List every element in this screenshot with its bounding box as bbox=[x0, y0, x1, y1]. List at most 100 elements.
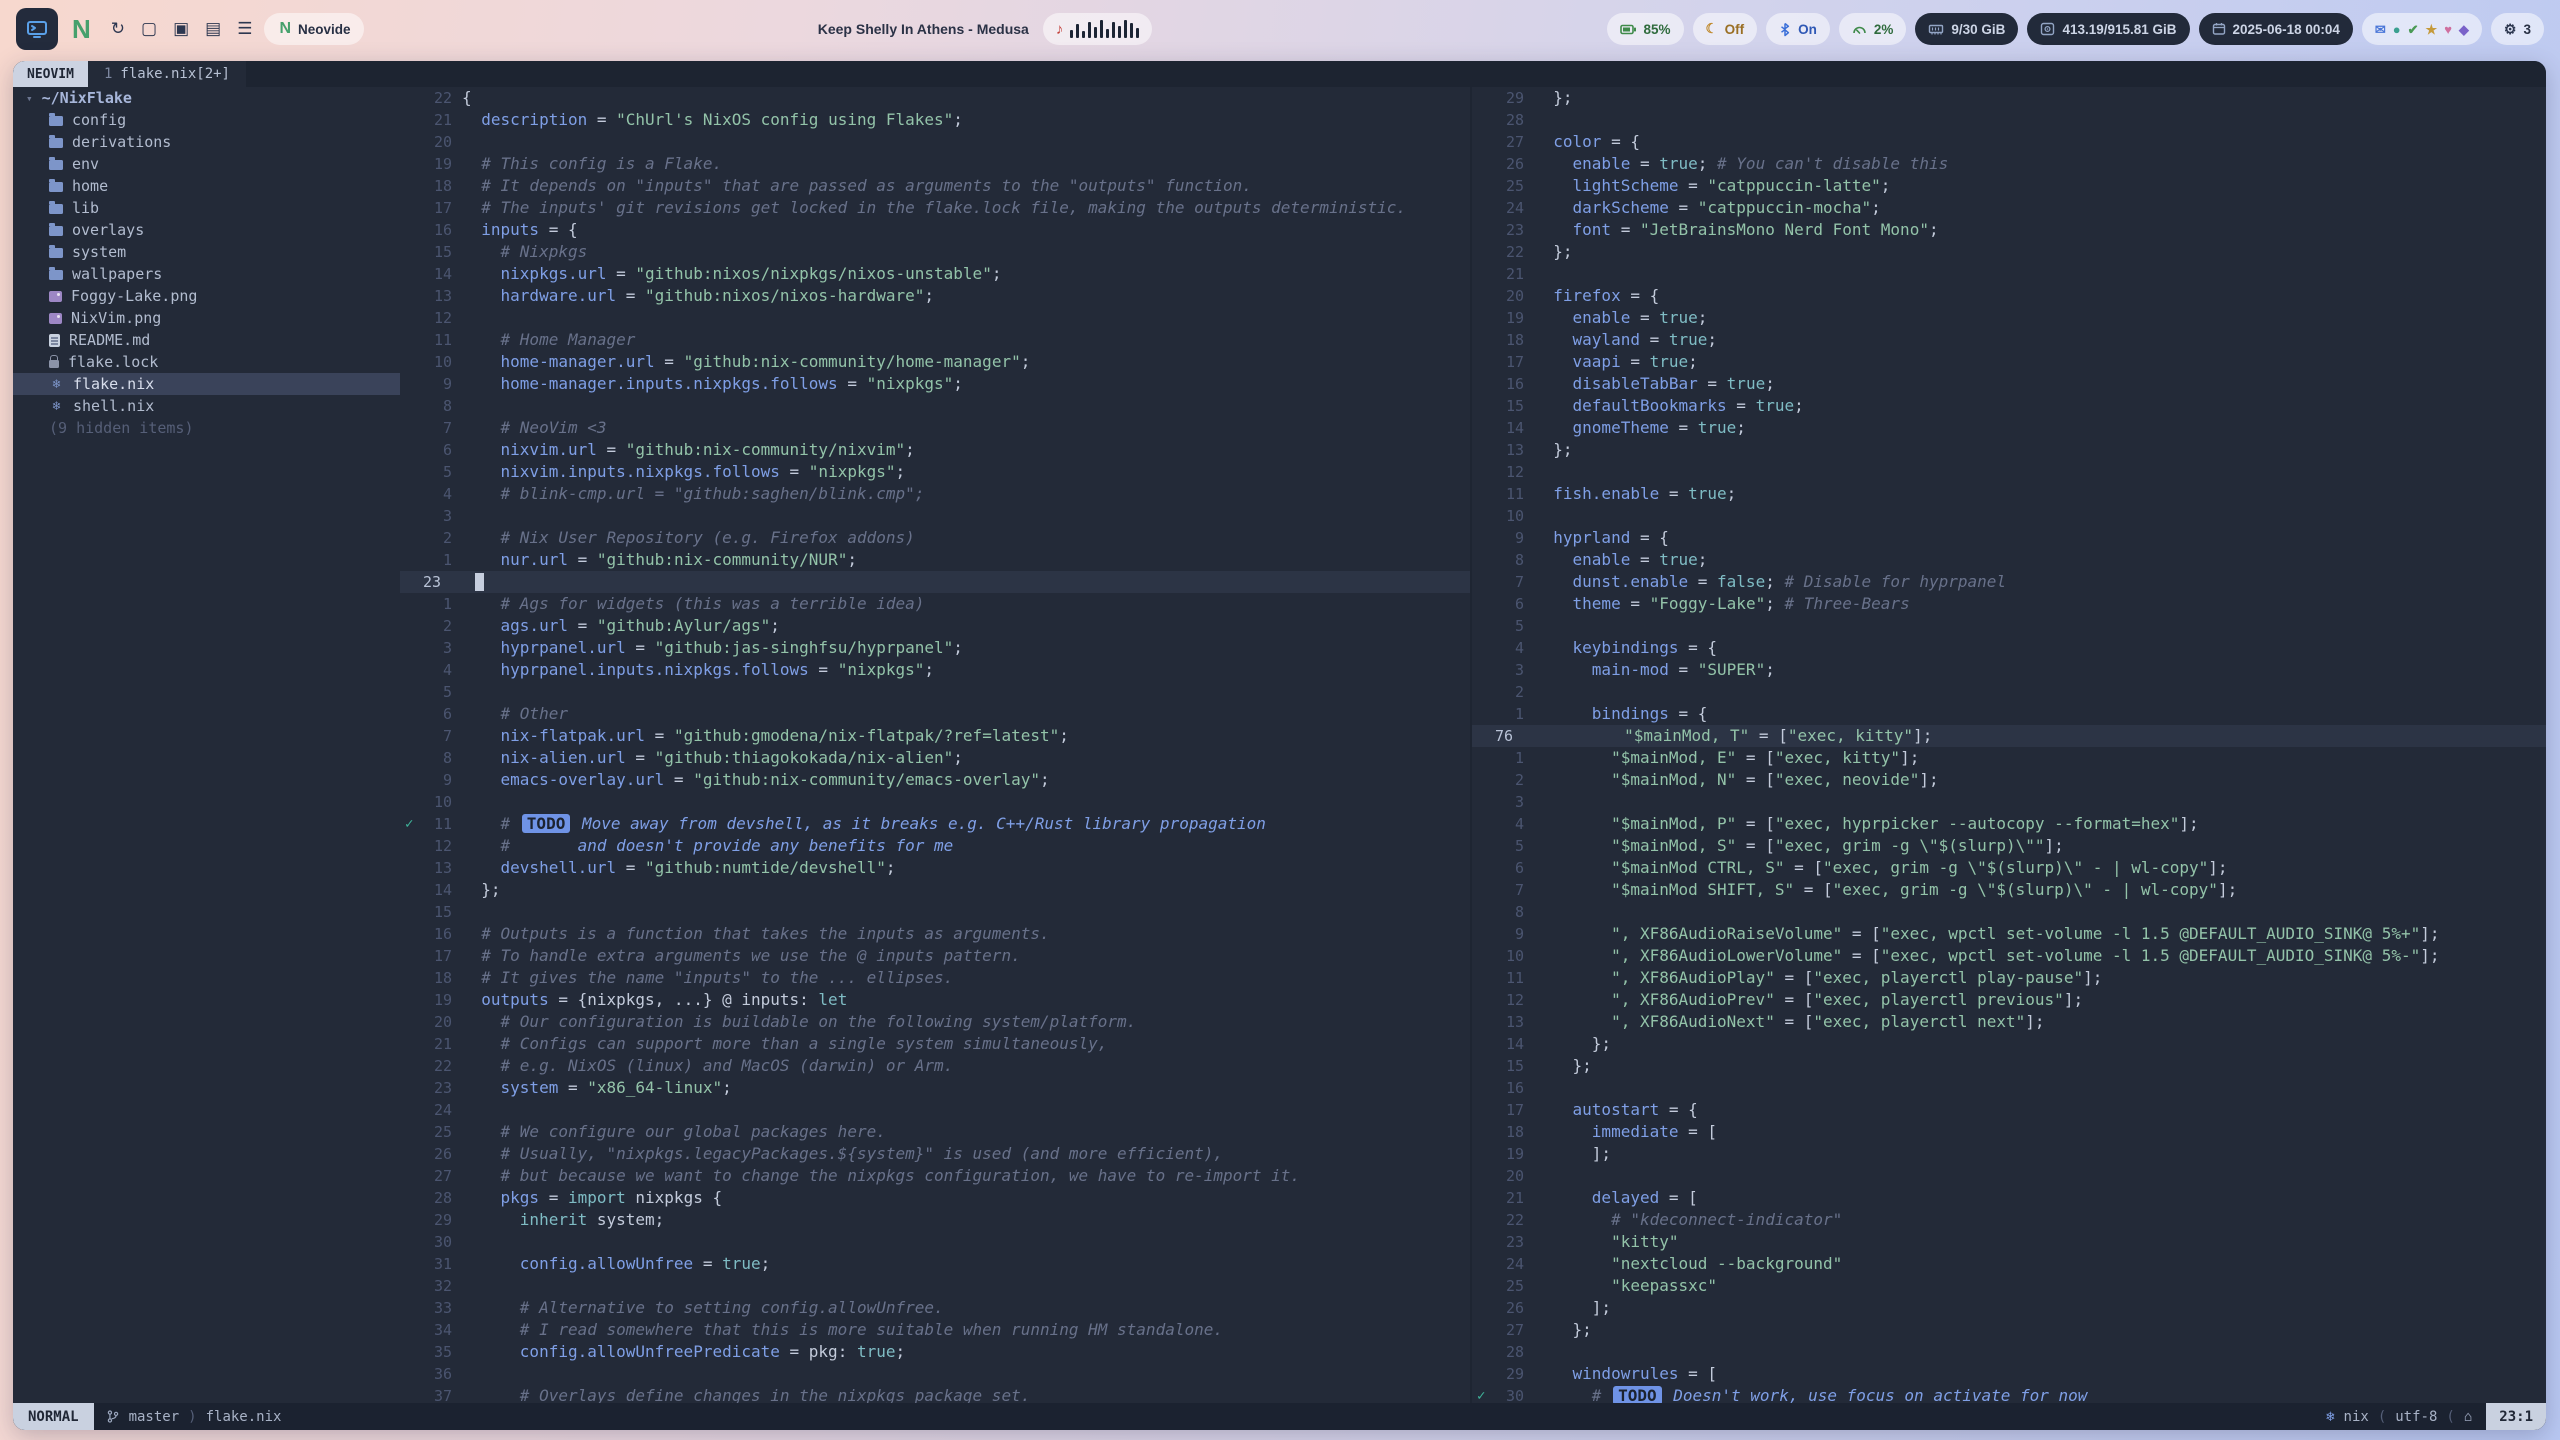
grid-icon[interactable]: ▤ bbox=[205, 19, 221, 39]
right-pane[interactable]: 29 };2827 color = {26 enable = true; # Y… bbox=[1470, 87, 2546, 1403]
code-line[interactable]: 10 bbox=[1472, 505, 2546, 527]
code-line[interactable]: 17 autostart = { bbox=[1472, 1099, 2546, 1121]
code-line[interactable]: 5 bbox=[1472, 615, 2546, 637]
star-icon[interactable]: ★ bbox=[2426, 23, 2438, 36]
code-line[interactable]: 15 # Nixpkgs bbox=[400, 241, 1470, 263]
code-line[interactable]: 22{ bbox=[400, 87, 1470, 109]
code-line[interactable]: 21 # Configs can support more than a sin… bbox=[400, 1033, 1470, 1055]
code-line[interactable]: 7 nix-flatpak.url = "github:gmodena/nix-… bbox=[400, 725, 1470, 747]
media-widget[interactable]: Keep Shelly In Athens - Medusa ♪ bbox=[818, 13, 1153, 45]
code-line[interactable]: 36 bbox=[400, 1363, 1470, 1385]
code-line[interactable]: ✓30 # TODO Doesn't work, use focus_on_ac… bbox=[1472, 1385, 2546, 1403]
code-line[interactable]: 2 # Nix User Repository (e.g. Firefox ad… bbox=[400, 527, 1470, 549]
code-line[interactable]: 23 system = "x86_64-linux"; bbox=[400, 1077, 1470, 1099]
code-line[interactable]: 11 ", XF86AudioPlay" = ["exec, playerctl… bbox=[1472, 967, 2546, 989]
sidebar-item-wallpapers[interactable]: wallpapers bbox=[13, 263, 400, 285]
window-icon[interactable]: ▢ bbox=[141, 19, 157, 39]
stack-icon[interactable]: ▣ bbox=[173, 19, 189, 39]
code-line[interactable]: 37 # Overlays define changes in the nixp… bbox=[400, 1385, 1470, 1403]
code-line[interactable]: 3 hyprpanel.url = "github:jas-singhfsu/h… bbox=[400, 637, 1470, 659]
cursor-line[interactable]: 76 "$mainMod, T" = ["exec, kitty"]; bbox=[1472, 725, 2546, 747]
code-line[interactable]: 12 ", XF86AudioPrev" = ["exec, playerctl… bbox=[1472, 989, 2546, 1011]
memory-widget[interactable]: 9/30 GiB bbox=[1915, 13, 2018, 45]
code-line[interactable]: 1 nur.url = "github:nix-community/NUR"; bbox=[400, 549, 1470, 571]
code-line[interactable]: 14 }; bbox=[1472, 1033, 2546, 1055]
code-line[interactable]: 20 firefox = { bbox=[1472, 285, 2546, 307]
code-line[interactable]: 28 bbox=[1472, 1341, 2546, 1363]
code-line[interactable]: 4 hyprpanel.inputs.nixpkgs.follows = "ni… bbox=[400, 659, 1470, 681]
code-line[interactable]: 20 # Our configuration is buildable on t… bbox=[400, 1011, 1470, 1033]
sidebar-item-flake.lock[interactable]: flake.lock bbox=[13, 351, 400, 373]
code-line[interactable]: 8 nix-alien.url = "github:thiagokokada/n… bbox=[400, 747, 1470, 769]
nightlight-widget[interactable]: ☾ Off bbox=[1693, 13, 1758, 45]
cpu-widget[interactable]: 2% bbox=[1839, 13, 1907, 45]
buffer-tab[interactable]: 1 flake.nix[2+] bbox=[88, 61, 246, 87]
clock-widget[interactable]: 2025-06-18 00:04 bbox=[2199, 13, 2353, 45]
code-line[interactable]: 19 ]; bbox=[1472, 1143, 2546, 1165]
code-line[interactable]: 19 enable = true; bbox=[1472, 307, 2546, 329]
code-line[interactable]: 27 color = { bbox=[1472, 131, 2546, 153]
code-line[interactable]: 27 }; bbox=[1472, 1319, 2546, 1341]
code-line[interactable]: 22 # e.g. NixOS (linux) and MacOS (darwi… bbox=[400, 1055, 1470, 1077]
sidebar-item-overlays[interactable]: overlays bbox=[13, 219, 400, 241]
code-line[interactable]: 5 bbox=[400, 681, 1470, 703]
code-line[interactable]: 16 # Outputs is a function that takes th… bbox=[400, 923, 1470, 945]
code-line[interactable]: 25 lightScheme = "catppuccin-latte"; bbox=[1472, 175, 2546, 197]
code-line[interactable]: 15 bbox=[400, 901, 1470, 923]
code-line[interactable]: 9 hyprland = { bbox=[1472, 527, 2546, 549]
code-line[interactable]: 31 config.allowUnfree = true; bbox=[400, 1253, 1470, 1275]
code-line[interactable]: 9 emacs-overlay.url = "github:nix-commun… bbox=[400, 769, 1470, 791]
neovim-logo-icon[interactable]: N bbox=[72, 14, 91, 45]
code-line[interactable]: 34 # I read somewhere that this is more … bbox=[400, 1319, 1470, 1341]
code-line[interactable]: 12 bbox=[400, 307, 1470, 329]
code-line[interactable]: 11 # Home Manager bbox=[400, 329, 1470, 351]
sidebar-item-config[interactable]: config bbox=[13, 109, 400, 131]
check-icon[interactable]: ✔ bbox=[2408, 23, 2419, 36]
code-line[interactable]: 6 nixvim.url = "github:nix-community/nix… bbox=[400, 439, 1470, 461]
code-line[interactable]: 3 bbox=[1472, 791, 2546, 813]
code-line[interactable]: 3 bbox=[400, 505, 1470, 527]
code-line[interactable]: 18 immediate = [ bbox=[1472, 1121, 2546, 1143]
code-line[interactable]: 5 "$mainMod, S" = ["exec, grim -g \"$(sl… bbox=[1472, 835, 2546, 857]
code-line[interactable]: 28 pkgs = import nixpkgs { bbox=[400, 1187, 1470, 1209]
code-line[interactable]: 24 bbox=[400, 1099, 1470, 1121]
code-line[interactable]: 26 enable = true; # You can't disable th… bbox=[1472, 153, 2546, 175]
code-line[interactable]: 29 windowrules = [ bbox=[1472, 1363, 2546, 1385]
code-line[interactable]: 28 bbox=[1472, 109, 2546, 131]
code-line[interactable]: 27 # but because we want to change the n… bbox=[400, 1165, 1470, 1187]
code-line[interactable]: 7 "$mainMod SHIFT, S" = ["exec, grim -g … bbox=[1472, 879, 2546, 901]
code-line[interactable]: 19 outputs = {nixpkgs, ...} @ inputs: le… bbox=[400, 989, 1470, 1011]
code-line[interactable]: 10 home-manager.url = "github:nix-commun… bbox=[400, 351, 1470, 373]
code-line[interactable]: 16 bbox=[1472, 1077, 2546, 1099]
code-line[interactable]: 20 bbox=[1472, 1165, 2546, 1187]
code-line[interactable]: 24 darkScheme = "catppuccin-mocha"; bbox=[1472, 197, 2546, 219]
code-line[interactable]: 13 ", XF86AudioNext" = ["exec, playerctl… bbox=[1472, 1011, 2546, 1033]
code-line[interactable]: 19 # This config is a Flake. bbox=[400, 153, 1470, 175]
code-line[interactable]: 33 # Alternative to setting config.allow… bbox=[400, 1297, 1470, 1319]
code-line[interactable]: 24 "nextcloud --background" bbox=[1472, 1253, 2546, 1275]
code-line[interactable]: 21 delayed = [ bbox=[1472, 1187, 2546, 1209]
sidebar-item-lib[interactable]: lib bbox=[13, 197, 400, 219]
code-line[interactable]: 26 ]; bbox=[1472, 1297, 2546, 1319]
code-line[interactable]: 25 # We configure our global packages he… bbox=[400, 1121, 1470, 1143]
code-line[interactable]: 23 font = "JetBrainsMono Nerd Font Mono"… bbox=[1472, 219, 2546, 241]
code-line[interactable]: 23 "kitty" bbox=[1472, 1231, 2546, 1253]
code-line[interactable]: 1 "$mainMod, E" = ["exec, kitty"]; bbox=[1472, 747, 2546, 769]
code-line[interactable]: 25 "keepassxc" bbox=[1472, 1275, 2546, 1297]
code-line[interactable]: 1 bindings = { bbox=[1472, 703, 2546, 725]
code-line[interactable]: 35 config.allowUnfreePredicate = pkg: tr… bbox=[400, 1341, 1470, 1363]
explorer-source-tab[interactable]: NEOVIM bbox=[13, 61, 88, 87]
sidebar-item-README.md[interactable]: README.md bbox=[13, 329, 400, 351]
tree-root[interactable]: ▾ ~/NixFlake bbox=[13, 87, 400, 109]
code-line[interactable]: 8 bbox=[1472, 901, 2546, 923]
code-line[interactable]: 13 hardware.url = "github:nixos/nixos-ha… bbox=[400, 285, 1470, 307]
code-line[interactable]: 14 gnomeTheme = true; bbox=[1472, 417, 2546, 439]
code-line[interactable]: 12 bbox=[1472, 461, 2546, 483]
code-line[interactable]: 16 inputs = { bbox=[400, 219, 1470, 241]
launcher-button[interactable] bbox=[16, 8, 58, 50]
disk-widget[interactable]: 413.19/915.81 GiB bbox=[2027, 13, 2189, 45]
code-line[interactable]: 2 bbox=[1472, 681, 2546, 703]
battery-widget[interactable]: 85% bbox=[1607, 13, 1684, 45]
cursor-line[interactable]: 23 bbox=[400, 571, 1470, 593]
sidebar-item-Foggy-Lake.png[interactable]: Foggy-Lake.png bbox=[13, 285, 400, 307]
